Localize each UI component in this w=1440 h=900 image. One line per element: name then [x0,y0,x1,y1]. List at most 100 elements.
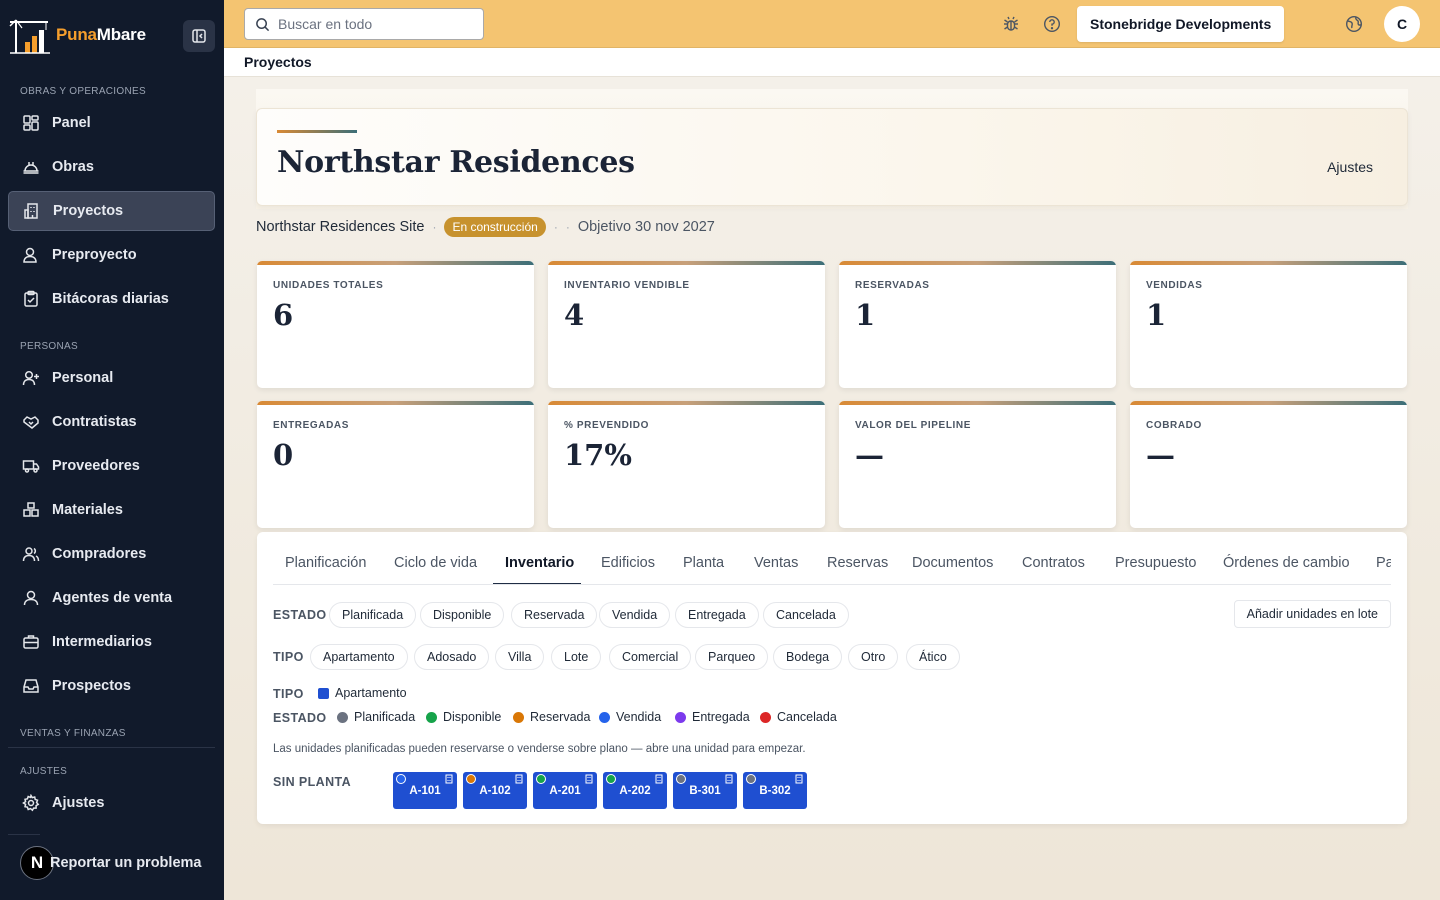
legend-label: Cancelada [777,710,837,724]
stat-value: — [855,438,884,472]
sidebar-item-obras[interactable]: Obras [8,147,215,187]
tab-overflow[interactable]: Pa [1376,555,1391,571]
separator-dot: · [565,220,570,234]
sidebar-item-agentes[interactable]: Agentes de venta [8,578,215,618]
unit-tile-a-201[interactable]: A-201 [533,772,597,809]
search-input[interactable] [278,16,478,32]
legend-swatch [513,711,524,723]
sidebar-item-bitacoras[interactable]: Bitácoras diarias [8,279,215,319]
stat-card-presold-percent: % PREVENDIDO 17% [548,401,825,528]
section-obras-title: OBRAS Y OPERACIONES [20,86,146,97]
filter-chip-cancelada[interactable]: Cancelada [763,602,849,628]
sidebar-item-panel[interactable]: Panel [8,103,215,143]
topbar: Stonebridge Developments C [224,0,1440,48]
filter-chip-comercial[interactable]: Comercial [609,644,692,670]
globe-icon [1345,15,1363,33]
tab-planta[interactable]: Planta [683,555,724,571]
tab-documentos[interactable]: Documentos [912,555,993,571]
tab-ciclo-de-vida[interactable]: Ciclo de vida [394,555,477,571]
brand-logo[interactable]: PunaMbare [8,16,146,54]
unit-tile-a-101[interactable]: A-101 [393,772,457,809]
filter-chip-adosado[interactable]: Adosado [414,644,490,670]
sidebar-item-label: Prospectos [52,678,131,694]
sidebar-item-prospectos[interactable]: Prospectos [8,666,215,706]
filter-chip-planificada[interactable]: Planificada [329,602,417,628]
sidebar-item-personal[interactable]: Personal [8,358,215,398]
unit-tile-b-301[interactable]: B-301 [673,772,737,809]
help-circle-icon [1043,15,1061,33]
apartment-type-icon [795,774,803,784]
bug-report-button[interactable] [1000,13,1022,35]
tab-ordenes-de-cambio[interactable]: Órdenes de cambio [1223,555,1350,571]
brand-name-part1: Puna [56,25,97,44]
filter-chip-disponible[interactable]: Disponible [420,602,505,628]
user-plus-icon [22,370,39,386]
project-site[interactable]: Northstar Residences Site [256,219,424,235]
filter-chip-parqueo[interactable]: Parqueo [695,644,769,670]
sidebar-item-proveedores[interactable]: Proveedores [8,446,215,486]
separator-dot: · [553,220,558,234]
sidebar-item-label: Materiales [52,502,123,518]
apartment-type-icon [445,774,453,784]
handshake-icon [23,416,39,429]
search-box[interactable] [244,8,484,40]
unit-status-dot [606,774,616,784]
collapse-sidebar-button[interactable] [183,20,215,52]
user-avatar[interactable]: C [1384,6,1420,42]
filter-chip-vendida[interactable]: Vendida [599,602,671,628]
unit-tile-b-302[interactable]: B-302 [743,772,807,809]
unit-code: A-102 [479,784,511,797]
filter-chip-bodega[interactable]: Bodega [773,644,843,670]
filter-chip-entregada[interactable]: Entregada [675,602,759,628]
breadcrumb-bar: Proyectos [224,48,1440,77]
filter-chip-villa[interactable]: Villa [495,644,545,670]
dev-tools-badge[interactable]: N [20,846,54,880]
estado-filter-label: ESTADO [273,608,327,622]
tab-presupuesto[interactable]: Presupuesto [1115,555,1196,571]
help-button[interactable] [1041,13,1063,35]
unit-tile-a-102[interactable]: A-102 [463,772,527,809]
tab-edificios[interactable]: Edificios [601,555,655,571]
main-content: Northstar Residences Ajustes Northstar R… [224,77,1440,900]
tab-reservas[interactable]: Reservas [827,555,888,571]
report-problem-button[interactable]: N Reportar un problema [20,846,201,880]
project-settings-link[interactable]: Ajustes [1327,159,1373,175]
stat-value: 6 [273,298,294,332]
bulk-add-units-button[interactable]: Añadir unidades en lote [1233,600,1391,628]
stat-card-delivered: ENTREGADAS 0 [257,401,534,528]
sidebar-item-preproyecto[interactable]: Preproyecto [8,235,215,275]
separator-dot: · [432,220,437,234]
user-search-icon [23,247,37,263]
unit-status-dot [536,774,546,784]
filter-chip-lote[interactable]: Lote [551,644,602,670]
sidebar-item-compradores[interactable]: Compradores [8,534,215,574]
inbox-icon [23,679,39,693]
language-button[interactable] [1343,13,1365,35]
stat-card-reserved: RESERVADAS 1 [839,261,1116,388]
tab-ventas[interactable]: Ventas [754,555,798,571]
tab-contratos[interactable]: Contratos [1022,555,1085,571]
legend-swatch [318,687,329,699]
sidebar-item-contratistas[interactable]: Contratistas [8,402,215,442]
brand-name: PunaMbare [56,25,146,45]
breadcrumb[interactable]: Proyectos [244,54,312,70]
tab-inventario[interactable]: Inventario [505,555,574,571]
filter-chip-otro[interactable]: Otro [848,644,899,670]
tipo-legend-label: TIPO [273,687,304,701]
stat-card-total-units: UNIDADES TOTALES 6 [257,261,534,388]
sidebar-item-label: Ajustes [52,795,105,811]
unit-code: A-201 [549,784,581,797]
sidebar-item-intermediarios[interactable]: Intermediarios [8,622,215,662]
company-switcher[interactable]: Stonebridge Developments [1077,6,1285,42]
sidebar-item-ajustes[interactable]: Ajustes [8,783,215,823]
sidebar-item-proyectos[interactable]: Proyectos [8,191,215,231]
sidebar: PunaMbare OBRAS Y OPERACIONES Panel Obra… [0,0,224,900]
unit-status-dot [466,774,476,784]
unit-tile-a-202[interactable]: A-202 [603,772,667,809]
stat-label: UNIDADES TOTALES [273,280,384,291]
tab-planificacion[interactable]: Planificación [285,555,366,571]
sidebar-item-materiales[interactable]: Materiales [8,490,215,530]
filter-chip-reservada[interactable]: Reservada [511,602,598,628]
filter-chip-atico[interactable]: Ático [906,644,960,670]
filter-chip-apartamento[interactable]: Apartamento [310,644,408,670]
